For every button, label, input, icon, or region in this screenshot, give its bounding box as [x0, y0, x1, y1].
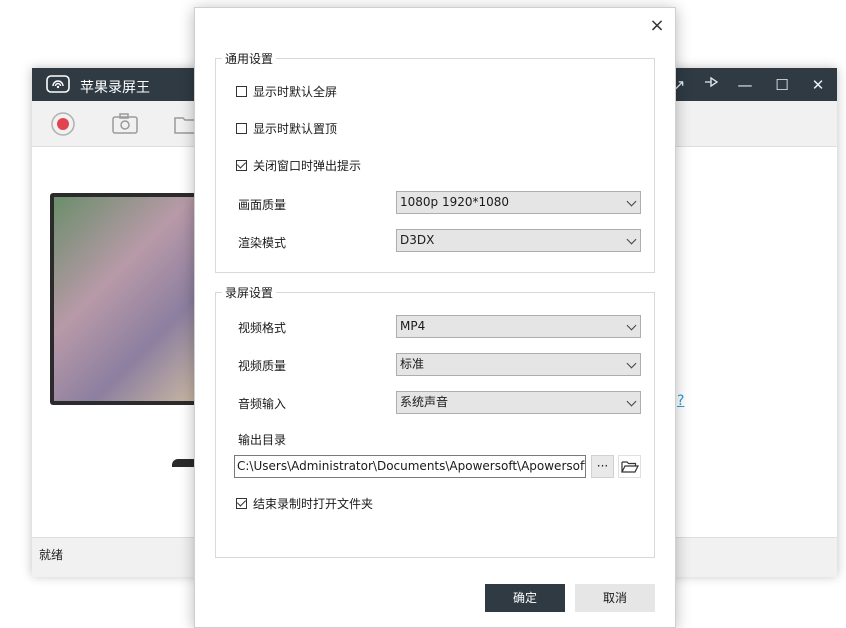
render-select[interactable]: D3DX — [396, 229, 641, 252]
general-settings-group: 通用设置 显示时默认全屏 显示时默认置顶 关闭窗口时弹出提示 画面质量 1080… — [215, 50, 655, 273]
check-fullscreen[interactable]: 显示时默认全屏 — [236, 83, 337, 100]
render-label: 渲染模式 — [238, 236, 287, 250]
pin-glyph-icon — [705, 76, 719, 88]
video-quality-value: 标准 — [400, 357, 425, 371]
check-open-folder[interactable]: 结束录制时打开文件夹 — [236, 495, 373, 512]
format-label: 视频格式 — [238, 321, 287, 335]
record-icon[interactable] — [48, 109, 78, 139]
chevron-down-icon — [626, 196, 637, 207]
general-settings-title: 通用设置 — [222, 50, 277, 67]
format-value: MP4 — [400, 319, 426, 333]
checkbox-fullscreen[interactable] — [236, 86, 247, 97]
app-logo-icon — [46, 75, 70, 93]
screenshot-icon[interactable] — [110, 109, 140, 139]
folder-open-icon — [620, 461, 639, 473]
minimize-icon[interactable]: — — [734, 74, 756, 96]
phone-preview — [50, 193, 200, 405]
app-title: 苹果录屏王 — [80, 80, 150, 96]
open-folder-button[interactable] — [618, 455, 641, 478]
check-fullscreen-label: 显示时默认全屏 — [253, 85, 338, 99]
record-settings-title: 录屏设置 — [222, 284, 277, 301]
window-close-icon[interactable]: ✕ — [807, 74, 829, 96]
chevron-down-icon — [626, 358, 637, 369]
quality-label: 画面质量 — [238, 198, 287, 212]
audio-label: 音频输入 — [238, 397, 287, 411]
output-path-input[interactable]: C:\Users\Administrator\Documents\Apowers… — [234, 455, 586, 478]
quality-value: 1080p 1920*1080 — [400, 195, 510, 209]
status-text: 就绪 — [39, 548, 64, 562]
output-label: 输出目录 — [238, 433, 287, 447]
audio-value: 系统声音 — [400, 395, 449, 409]
checkbox-open-folder[interactable] — [236, 498, 247, 509]
quality-select[interactable]: 1080p 1920*1080 — [396, 191, 641, 214]
checkbox-topmost[interactable] — [236, 123, 247, 134]
record-settings-group: 录屏设置 视频格式 MP4 视频质量 标准 音频输入 系统声音 输出目录 C:\… — [215, 284, 655, 558]
check-close-prompt[interactable]: 关闭窗口时弹出提示 — [236, 157, 361, 174]
help-link[interactable]: ? — [677, 393, 684, 409]
video-quality-label: 视频质量 — [238, 359, 287, 373]
format-select[interactable]: MP4 — [396, 315, 641, 338]
render-value: D3DX — [400, 233, 435, 247]
chevron-down-icon — [626, 396, 637, 407]
check-topmost[interactable]: 显示时默认置顶 — [236, 120, 337, 137]
check-topmost-label: 显示时默认置顶 — [253, 122, 338, 136]
checkbox-close-prompt[interactable] — [236, 160, 247, 171]
maximize-icon[interactable]: ☐ — [771, 74, 793, 96]
check-open-folder-label: 结束录制时打开文件夹 — [253, 497, 374, 511]
check-close-prompt-label: 关闭窗口时弹出提示 — [253, 159, 362, 173]
pin-icon[interactable] — [700, 74, 722, 96]
chevron-down-icon — [626, 234, 637, 245]
chevron-down-icon — [626, 320, 637, 331]
phone-screen-image — [54, 197, 196, 401]
video-quality-select[interactable]: 标准 — [396, 353, 641, 376]
audio-select[interactable]: 系统声音 — [396, 391, 641, 414]
browse-button[interactable]: ··· — [591, 455, 614, 478]
dialog-close-icon[interactable]: × — [647, 16, 667, 36]
cancel-button[interactable]: 取消 — [575, 584, 655, 612]
ok-button[interactable]: 确定 — [485, 584, 565, 612]
settings-dialog: × 通用设置 显示时默认全屏 显示时默认置顶 关闭窗口时弹出提示 画面质量 10… — [194, 7, 676, 628]
